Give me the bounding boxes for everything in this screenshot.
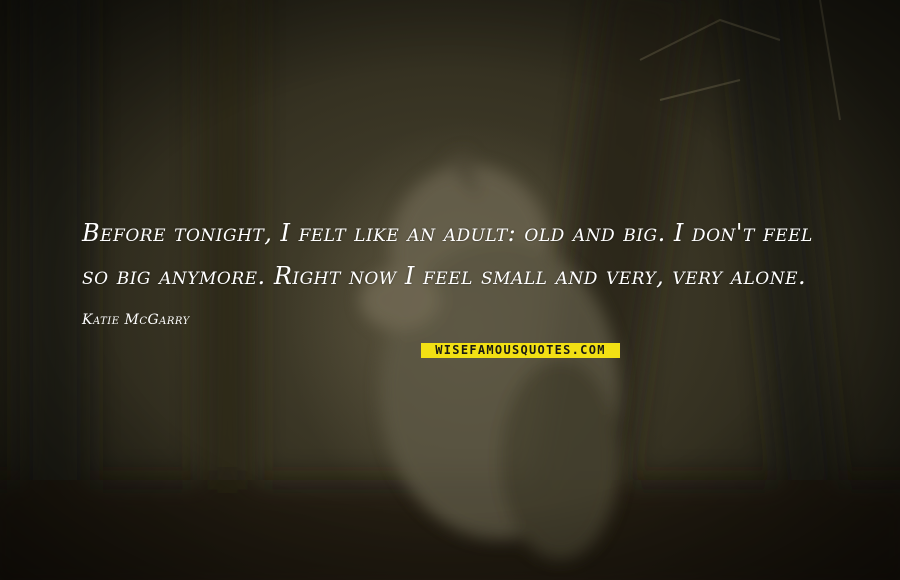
quote-author: Katie McGarry [82, 312, 190, 328]
quote-text: Before tonight, I felt like an adult: ol… [82, 219, 813, 290]
quote-image: Before tonight, I felt like an adult: ol… [0, 0, 900, 580]
site-watermark: WISEFAMOUSQUOTES.COM [421, 343, 620, 358]
